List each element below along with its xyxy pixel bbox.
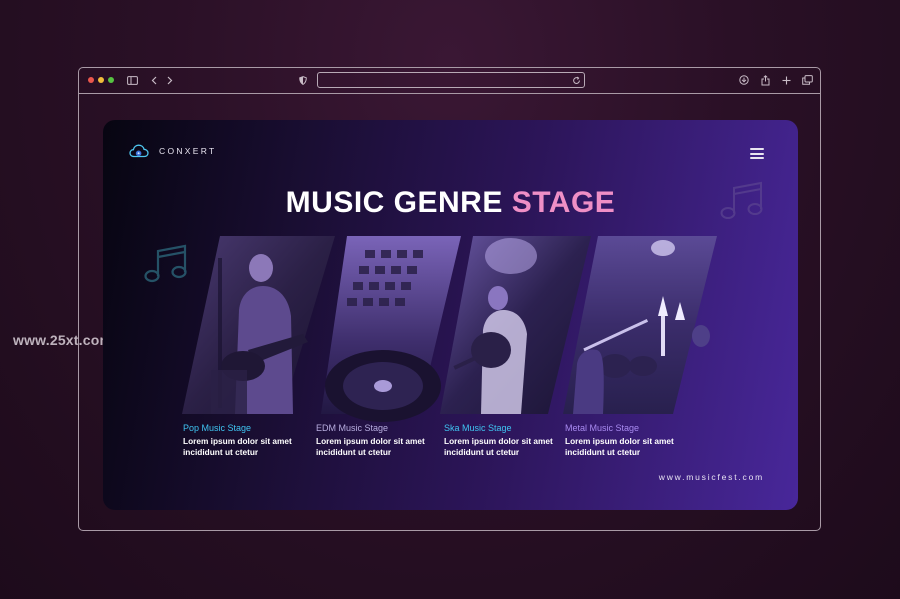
stage-item-ska[interactable]: Ska Music Stage Lorem ipsum dolor sit am…	[444, 423, 564, 458]
share-icon[interactable]	[758, 73, 772, 87]
pop-stage-photo[interactable]	[182, 236, 335, 414]
privacy-shield-icon[interactable]	[296, 73, 310, 87]
stage-name[interactable]: Metal Music Stage	[565, 423, 685, 433]
stage-item-pop[interactable]: Pop Music Stage Lorem ipsum dolor sit am…	[183, 423, 303, 458]
stage-name[interactable]: Ska Music Stage	[444, 423, 564, 433]
stage-description: Lorem ipsum dolor sit amet incididunt ut…	[316, 436, 425, 457]
stage-item-metal[interactable]: Metal Music Stage Lorem ipsum dolor sit …	[565, 423, 685, 458]
address-bar[interactable]	[317, 72, 585, 88]
minimize-window-button[interactable]	[98, 77, 104, 83]
stage-description: Lorem ipsum dolor sit amet incididunt ut…	[444, 436, 553, 457]
plus-icon[interactable]	[779, 73, 793, 87]
presentation-slide: CONXERT MUSIC GENRE STAGE Pop Music Stag…	[103, 120, 798, 510]
reload-icon[interactable]	[569, 73, 583, 87]
browser-window: CONXERT MUSIC GENRE STAGE Pop Music Stag…	[78, 67, 821, 531]
website-url[interactable]: www.musicfest.com	[659, 472, 764, 482]
edm-stage-photo[interactable]	[321, 236, 461, 422]
chevron-right-icon[interactable]	[163, 73, 177, 87]
sidebar-icon[interactable]	[125, 73, 139, 87]
tabs-overview-icon[interactable]	[800, 73, 814, 87]
stage-description: Lorem ipsum dolor sit amet incididunt ut…	[183, 436, 292, 457]
stage-item-edm[interactable]: EDM Music Stage Lorem ipsum dolor sit am…	[316, 423, 436, 458]
close-window-button[interactable]	[88, 77, 94, 83]
stage-name[interactable]: Pop Music Stage	[183, 423, 303, 433]
maximize-window-button[interactable]	[108, 77, 114, 83]
chevron-left-icon[interactable]	[147, 73, 161, 87]
stage-name[interactable]: EDM Music Stage	[316, 423, 436, 433]
download-icon[interactable]	[737, 73, 751, 87]
browser-toolbar	[79, 68, 820, 94]
metal-stage-photo[interactable]	[563, 236, 717, 414]
stage-description: Lorem ipsum dolor sit amet incididunt ut…	[565, 436, 674, 457]
